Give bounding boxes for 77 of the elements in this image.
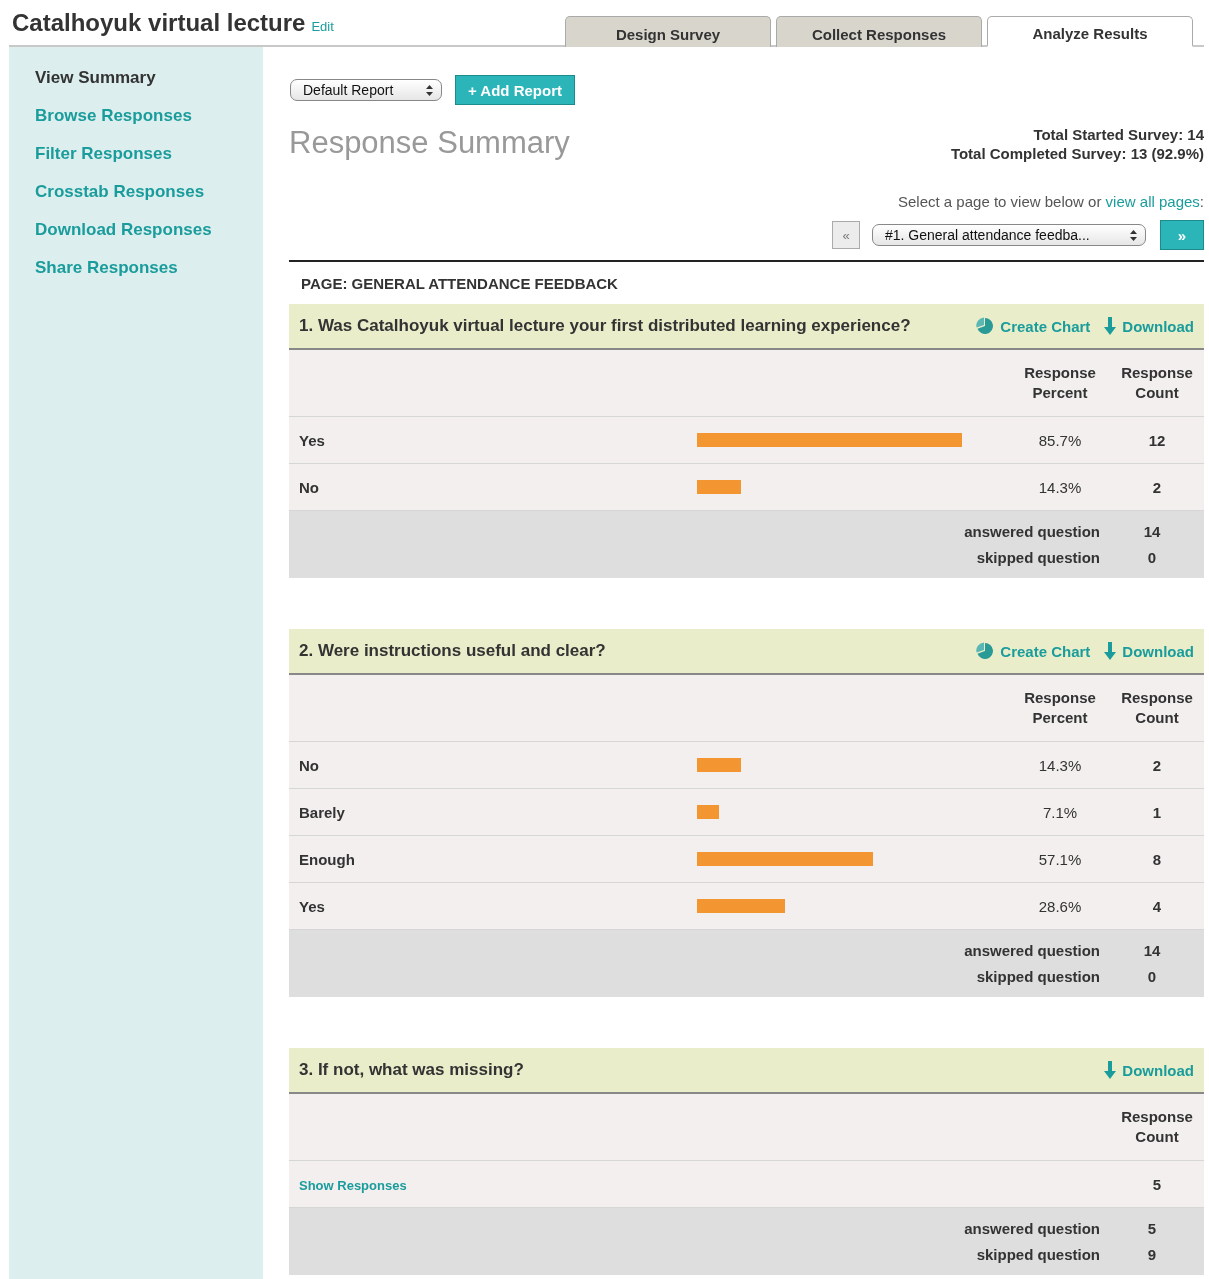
updown-icon: [1130, 229, 1137, 241]
footer-label: answered question: [963, 1219, 1100, 1237]
sidebar-item[interactable]: Crosstab Responses: [35, 181, 263, 203]
footer-label: skipped question: [975, 548, 1100, 566]
report-select[interactable]: Default Report: [290, 79, 442, 101]
down-arrow-icon: [1104, 1061, 1117, 1079]
pie-chart-icon: [976, 317, 995, 335]
response-bar: [697, 758, 742, 772]
add-report-button[interactable]: + Add Report: [455, 75, 576, 105]
sidebar-item[interactable]: Download Responses: [35, 219, 263, 241]
column-header: Response Percent: [1023, 363, 1097, 403]
survey-title: Catalhoyuk virtual lecture: [12, 8, 306, 37]
action-link[interactable]: Create Chart: [976, 317, 1091, 335]
footer-count: 14: [1142, 941, 1162, 959]
action-link[interactable]: Download: [1104, 317, 1194, 335]
answer-label: Yes: [298, 897, 326, 915]
page-heading: Response Summary: [289, 124, 570, 162]
question-title: 3. If not, what was missing?: [299, 1060, 524, 1080]
response-bar: [697, 480, 742, 494]
footer-count: 14: [1142, 522, 1162, 540]
tab[interactable]: Design Survey: [565, 16, 771, 47]
column-header: Response Percent: [1023, 688, 1097, 728]
response-percent: 57.1%: [1037, 850, 1083, 868]
question-title: 2. Were instructions useful and clear?: [299, 641, 606, 661]
edit-link[interactable]: Edit: [311, 18, 334, 34]
footer-label: skipped question: [975, 967, 1100, 985]
action-link[interactable]: Download: [1104, 1061, 1194, 1079]
sidebar-item[interactable]: Share Responses: [35, 257, 263, 279]
footer-count: 0: [1146, 548, 1158, 566]
answer-label: No: [298, 756, 320, 774]
column-header: Response Count: [1120, 363, 1194, 403]
response-percent: 7.1%: [1041, 803, 1079, 821]
response-count: 5: [1151, 1175, 1163, 1193]
response-percent: 14.3%: [1037, 478, 1083, 496]
footer-count: 5: [1146, 1219, 1158, 1237]
response-bar: [697, 805, 719, 819]
page-select[interactable]: #1. General attendance feedba...: [872, 224, 1146, 246]
question-title: 1. Was Catalhoyuk virtual lecture your first distributed learning experience?: [299, 316, 911, 336]
tab[interactable]: Collect Responses: [776, 16, 982, 47]
footer-label: answered question: [963, 522, 1100, 540]
updown-icon: [426, 84, 433, 96]
response-count: 8: [1151, 850, 1163, 868]
footer-label: answered question: [963, 941, 1100, 959]
sidebar-item[interactable]: View Summary: [35, 67, 263, 89]
tab[interactable]: Analyze Results: [987, 16, 1193, 47]
show-responses-link[interactable]: Show Responses: [299, 1177, 407, 1193]
response-percent: 14.3%: [1037, 756, 1083, 774]
response-percent: 85.7%: [1037, 431, 1083, 449]
footer-count: 9: [1146, 1245, 1158, 1263]
answer-label: Barely: [298, 803, 346, 821]
survey-stat: Total Started Survey: 14: [1032, 125, 1204, 144]
view-all-link[interactable]: view all pages: [1105, 193, 1200, 210]
next-page-button[interactable]: »: [1160, 220, 1204, 250]
footer-count: 0: [1146, 967, 1158, 985]
response-count: 2: [1151, 756, 1163, 774]
column-header: Response Count: [1120, 688, 1194, 728]
answer-label: No: [298, 478, 320, 496]
response-count: 4: [1151, 897, 1163, 915]
sidebar-item[interactable]: Browse Responses: [35, 105, 263, 127]
pie-chart-icon: [976, 642, 995, 660]
page-prompt: Select a page to view below or: [898, 193, 1102, 210]
response-count: 1: [1151, 803, 1163, 821]
answer-label: Enough: [298, 850, 356, 868]
response-percent: 28.6%: [1037, 897, 1083, 915]
response-count: 2: [1151, 478, 1163, 496]
footer-label: skipped question: [975, 1245, 1100, 1263]
down-arrow-icon: [1104, 317, 1117, 335]
down-arrow-icon: [1104, 642, 1117, 660]
action-link[interactable]: Download: [1104, 642, 1194, 660]
survey-stat: Total Completed Survey: 13 (92.9%): [950, 144, 1204, 163]
response-count: 12: [1147, 431, 1167, 449]
sidebar-item[interactable]: Filter Responses: [35, 143, 263, 165]
previous-page-button[interactable]: «: [832, 221, 860, 249]
colon-text: :: [1199, 193, 1204, 210]
column-header: Response Count: [1120, 1107, 1194, 1147]
action-link[interactable]: Create Chart: [976, 642, 1091, 660]
answer-label: Yes: [298, 431, 326, 449]
